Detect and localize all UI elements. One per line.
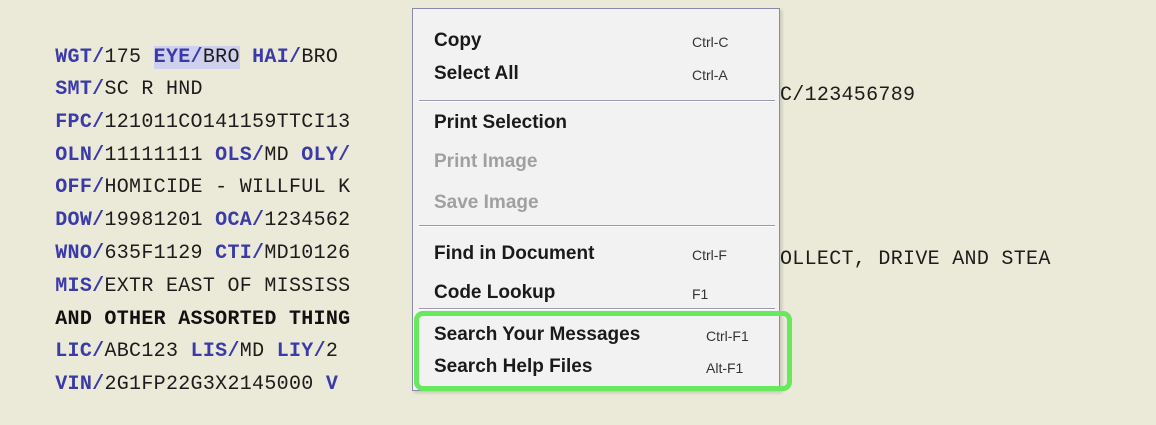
menu-item-select-all[interactable]: Select All Ctrl-A bbox=[434, 60, 774, 88]
menu-item-save-image: Save Image bbox=[434, 189, 774, 217]
menu-item-label: Print Image bbox=[434, 151, 538, 172]
doc-line: FPC/121011CO141159TTCI13 bbox=[6, 82, 350, 134]
menu-item-label: Print Selection bbox=[434, 112, 568, 133]
doc-line: LIC/ABC123 LIS/MD LIY/2 bbox=[6, 311, 338, 363]
menu-item-shortcut: Alt-F1 bbox=[706, 360, 744, 376]
doc-line: WGT/175 EYE/BRO HAI/BRO bbox=[6, 17, 338, 69]
menu-item-shortcut: Ctrl-F1 bbox=[706, 328, 749, 344]
menu-item-search-help-files[interactable]: Search Help Files Alt-F1 bbox=[434, 353, 774, 381]
menu-item-shortcut: F1 bbox=[692, 286, 709, 302]
menu-separator bbox=[419, 100, 775, 102]
menu-item-shortcut: Ctrl-A bbox=[692, 67, 728, 83]
menu-item-label: Select All bbox=[434, 63, 519, 84]
doc-line: DOW/19981201 OCA/1234562 bbox=[6, 180, 351, 232]
menu-item-search-your-messages[interactable]: Search Your Messages Ctrl-F1 bbox=[434, 321, 774, 349]
field-value: BRO bbox=[301, 46, 339, 69]
menu-item-shortcut: Ctrl-C bbox=[692, 34, 729, 50]
menu-separator bbox=[419, 225, 775, 227]
doc-line-right-fragment: OLLECT, DRIVE AND STEA bbox=[780, 248, 1051, 271]
field-value bbox=[240, 46, 252, 69]
doc-line-bold: AND OTHER ASSORTED THING bbox=[6, 279, 350, 331]
context-menu: Copy Ctrl-C Select All Ctrl-A Print Sele… bbox=[412, 8, 780, 391]
doc-line: OLN/11111111 OLS/MD OLY/ bbox=[6, 115, 351, 167]
doc-line: WNO/635F1129 CTI/MD10126 bbox=[6, 213, 351, 265]
doc-line: VIN/2G1FP22G3X2145000 V bbox=[6, 344, 338, 396]
menu-item-label: Find in Document bbox=[434, 243, 595, 264]
field-tag: HAI/ bbox=[252, 46, 302, 69]
menu-item-label: Search Your Messages bbox=[434, 324, 641, 345]
menu-item-label: Code Lookup bbox=[434, 282, 556, 303]
field-value-selected: BRO bbox=[202, 46, 240, 69]
menu-item-print-image: Print Image bbox=[434, 148, 774, 176]
menu-item-find-in-document[interactable]: Find in Document Ctrl-F bbox=[434, 240, 774, 268]
menu-item-shortcut: Ctrl-F bbox=[692, 247, 727, 263]
doc-line-right-fragment: C/123456789 bbox=[780, 84, 916, 107]
menu-separator bbox=[419, 308, 775, 310]
doc-line: OFF/HOMICIDE - WILLFUL K bbox=[6, 147, 350, 199]
menu-item-label: Copy bbox=[434, 30, 482, 51]
menu-item-code-lookup[interactable]: Code Lookup F1 bbox=[434, 279, 774, 307]
menu-item-print-selection[interactable]: Print Selection bbox=[434, 109, 774, 137]
doc-line: SMT/SC R HND bbox=[6, 49, 203, 101]
menu-item-label: Search Help Files bbox=[434, 356, 593, 377]
menu-item-label: Save Image bbox=[434, 192, 539, 213]
doc-line: MIS/EXTR EAST OF MISSISS bbox=[6, 246, 350, 298]
menu-item-copy[interactable]: Copy Ctrl-C bbox=[434, 27, 774, 55]
